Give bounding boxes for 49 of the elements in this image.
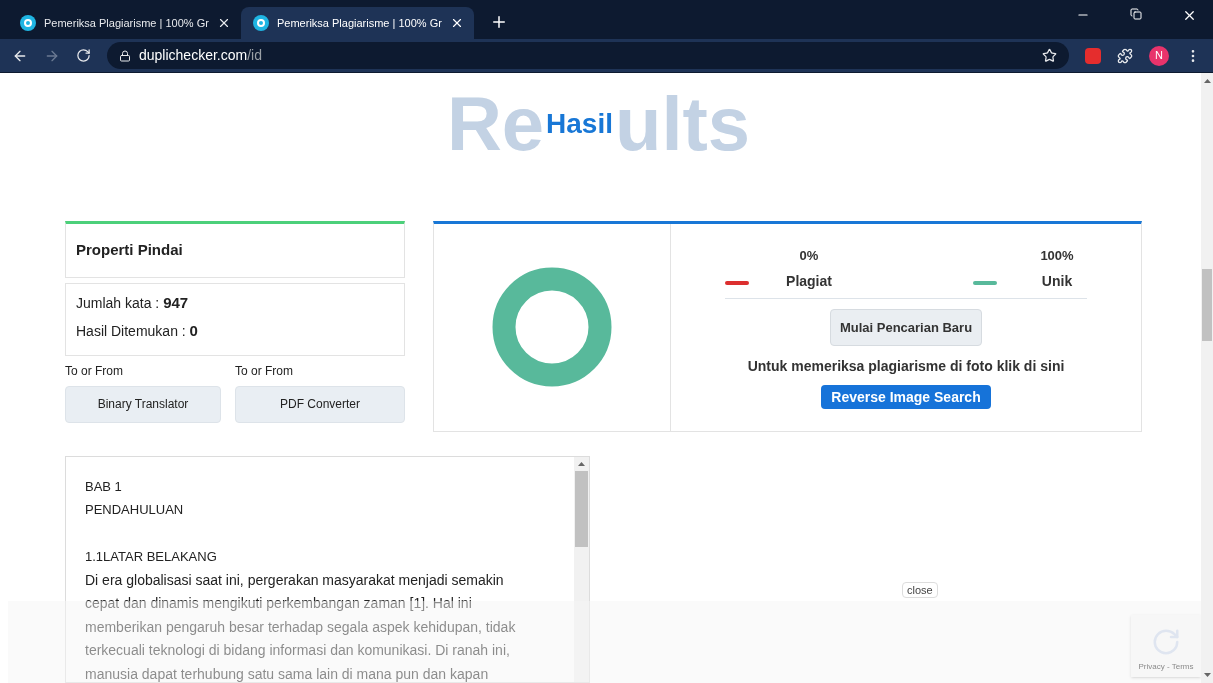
- page-title: Hasil: [546, 107, 613, 141]
- backdrop-heading-part: ults: [615, 80, 751, 168]
- close-icon[interactable]: [1182, 8, 1197, 23]
- page-scrollbar[interactable]: [1201, 73, 1213, 683]
- scroll-up-icon[interactable]: [1203, 79, 1211, 83]
- browser-tab[interactable]: Pemeriksa Plagiarisme | 100% Gr: [8, 7, 241, 39]
- legend-percent: 100%: [1040, 246, 1074, 265]
- stat-text: Hasil Ditemukan : 0: [76, 321, 199, 342]
- extension-icon[interactable]: [1085, 47, 1101, 64]
- reload-icon[interactable]: [76, 48, 91, 63]
- tool-caption: To or From: [235, 362, 294, 380]
- legend-percent: 0%: [799, 246, 819, 265]
- tool-caption: To or From: [65, 362, 124, 380]
- photo-check-text: Untuk memeriksa plagiarisme di foto klik di sini: [747, 357, 1065, 377]
- document-line: PENDAHULUAN: [85, 501, 185, 520]
- tool-button[interactable]: Binary Translator: [65, 385, 221, 423]
- new-search-button[interactable]: Mulai Pencarian Baru: [829, 309, 983, 347]
- browser-tab[interactable]: Pemeriksa Plagiarisme | 100% Gr: [241, 7, 474, 39]
- site-icon: [20, 15, 36, 31]
- card-heading: Properti Pindai: [76, 240, 183, 261]
- legend-label: Unik: [1041, 272, 1073, 292]
- text-scrollbar[interactable]: [574, 456, 589, 682]
- document-line: BAB 1: [85, 477, 123, 496]
- document-text-area[interactable]: [65, 455, 590, 683]
- address-bar[interactable]: duplichecker.com/id: [107, 42, 1069, 69]
- close-ad-button[interactable]: close: [902, 582, 938, 598]
- recaptcha-links: Privacy - Terms: [1138, 661, 1194, 673]
- backdrop-heading-part: Re: [446, 80, 545, 168]
- new-tab-icon[interactable]: [490, 13, 508, 31]
- document-paragraph: Di era globalisasi saat ini, pergerakan masyarakat menjadi semakin cepat dan dinamis mengikuti perkembangan zaman [1]. Hal ini memberikan pengaruh besar terhadap segala aspek kehidupan, tidak terkecuali teknologi di bidang informasi dan komunikasi. Di ranah ini, manusia dapat terhubung satu sama lain di mana pun dan kapan: [85, 570, 517, 682]
- tab-title: Pemeriksa Plagiarisme | 100% Gr: [277, 15, 442, 31]
- page-scrollbar-thumb[interactable]: [1202, 269, 1212, 341]
- reverse-image-search-button[interactable]: Reverse Image Search: [821, 385, 991, 410]
- site-icon: [253, 15, 269, 31]
- tab-title: Pemeriksa Plagiarisme | 100% Gr: [44, 15, 209, 31]
- stat-text: Jumlah kata : 947: [76, 292, 190, 313]
- legend-label: Plagiat: [786, 272, 832, 292]
- recaptcha-icon: [1151, 627, 1181, 657]
- scroll-up-icon[interactable]: [578, 461, 585, 466]
- extensions-icon[interactable]: [1117, 47, 1133, 64]
- scrollbar-thumb[interactable]: [575, 470, 588, 547]
- tool-button[interactable]: PDF Converter: [235, 385, 405, 423]
- url-text: duplichecker.com/id: [139, 46, 263, 65]
- restore-icon[interactable]: [1130, 8, 1142, 20]
- section-heading: 1.1LATAR BELAKANG: [85, 548, 218, 567]
- profile-avatar[interactable]: N: [1149, 45, 1169, 66]
- scroll-down-icon[interactable]: [1203, 673, 1211, 677]
- lock-icon: [119, 49, 131, 62]
- star-icon[interactable]: [1042, 48, 1057, 63]
